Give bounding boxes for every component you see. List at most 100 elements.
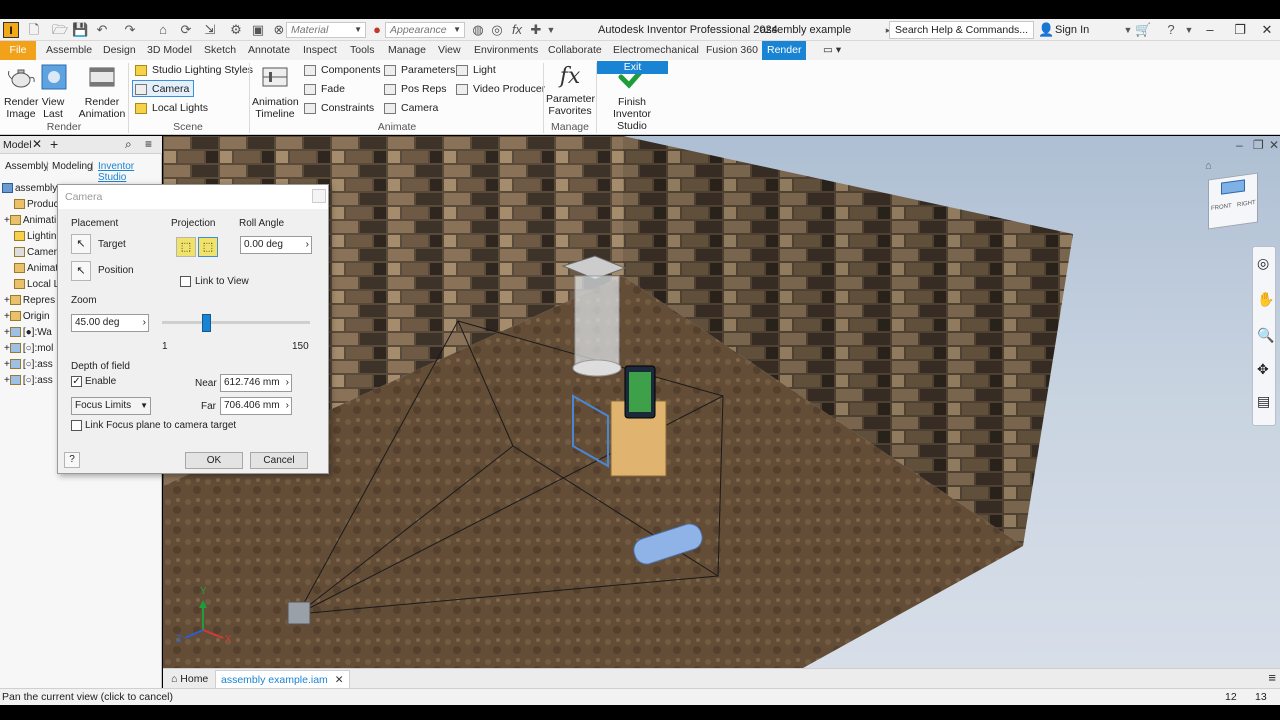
local-lights-button[interactable]: Local Lights [133,100,208,117]
target-select-icon[interactable]: ↖ [71,234,91,254]
undo-icon[interactable]: ↶ [94,22,110,38]
add-icon[interactable]: ✚ [528,22,544,38]
minimize-icon[interactable]: – [1200,21,1220,39]
tab-design[interactable]: Design [98,41,141,60]
position-select-icon[interactable]: ↖ [71,261,91,281]
steering-wheel-icon[interactable]: ◎ [1257,255,1269,272]
tab-inspect[interactable]: Inspect [298,41,342,60]
close-tab-icon[interactable]: ✕ [335,674,344,686]
dialog-help-icon[interactable]: ? [64,452,80,468]
camera-animation-button[interactable]: Camera [382,100,438,117]
near-input[interactable]: 612.746 mm › [220,374,292,392]
appearance-combo[interactable]: Appearance ▼ [385,22,465,38]
cart-icon[interactable]: 🛒 [1135,22,1151,38]
zoom-slider-track[interactable] [162,321,310,324]
video-producer-button[interactable]: Video Producer [454,81,545,98]
viewport-minimize-icon[interactable]: – [1236,138,1243,152]
parameter-favorites-button[interactable]: fx Parameter Favorites [546,63,595,117]
link-focus-checkbox[interactable] [71,420,82,431]
dialog-close-icon[interactable] [312,189,326,203]
tree-item[interactable]: + Origin [4,309,64,325]
tab-assemble[interactable]: Assemble [41,41,97,60]
zoom-input[interactable]: 45.00 deg › [71,314,149,332]
animation-timeline-button[interactable]: Animation Timeline [252,63,299,120]
tab-3d-model[interactable]: 3D Model [142,41,197,60]
help-search-input[interactable]: Search Help & Commands... [889,21,1034,39]
home-tab[interactable]: ⌂ Home [166,670,213,688]
look-at-icon[interactable]: ▤ [1257,393,1270,410]
render-image-button[interactable]: Render Image [4,63,38,120]
save-icon[interactable]: 💾 [72,22,88,38]
view-last-button[interactable]: View Last [39,63,67,120]
fx-icon[interactable]: fx [509,22,525,38]
pan-icon[interactable]: ✋ [1257,291,1274,308]
tree-item[interactable]: + Repres [4,293,64,309]
tree-item[interactable]: + Animati [4,213,64,229]
tab-menu-icon[interactable]: ≡ [1268,670,1276,685]
tree-item[interactable]: + [○]:ass [4,373,64,389]
viewcube[interactable]: FRONT RIGHT [1208,172,1258,230]
home-icon[interactable]: ⌂ [155,22,171,38]
camera-button[interactable]: Camera [132,80,195,97]
tree-item[interactable]: + [○]:ass [4,357,64,373]
sign-in-link[interactable]: Sign In [1055,24,1089,36]
clear-override-icon[interactable]: ⊗ [271,22,287,38]
open-file-icon[interactable]: 🗁 [52,22,68,38]
adjust-icon[interactable]: ◍ [470,22,486,38]
zoom-icon[interactable]: 🔍 [1257,327,1274,344]
update-icon[interactable]: ⟳ [178,22,194,38]
graphics-viewport[interactable]: Y X Z – ❐ ✕ ⌂ FRONT RIGHT ◎ ✋ 🔍 ✥ ▤ [163,136,1280,668]
tab-sketch[interactable]: Sketch [199,41,241,60]
tree-item[interactable]: assembly e [2,181,62,197]
link-to-view-checkbox[interactable] [180,276,191,287]
redo-icon[interactable]: ↷ [122,22,138,38]
help-icon[interactable]: ? [1163,22,1179,38]
clear-icon[interactable]: ◎ [489,22,505,38]
studio-lighting-styles-button[interactable]: Studio Lighting Styles [133,62,253,79]
search-icon[interactable]: ⌕ [125,137,132,152]
menu-icon[interactable]: ≡ [145,137,152,151]
tab-electromechanical[interactable]: Electromechanical [608,41,704,60]
orthographic-icon[interactable]: ⬚ [176,237,196,257]
tab-modeling[interactable]: Modeling [52,161,93,172]
focus-mode-select[interactable]: Focus Limits ▼ [71,397,151,415]
constraints-button[interactable]: Constraints [302,100,374,117]
tab-view[interactable]: View [433,41,466,60]
tab-environments[interactable]: Environments [469,41,543,60]
inventor-logo-icon[interactable]: I [3,22,19,38]
signin-dropdown-icon[interactable]: ▼ [1120,22,1136,38]
tab-tools[interactable]: Tools [345,41,380,60]
tab-fusion-360[interactable]: Fusion 360 [701,41,763,60]
tab-annotate[interactable]: Annotate [243,41,295,60]
ok-button[interactable]: OK [185,452,243,469]
tab-render[interactable]: Render [762,41,807,60]
color-override-icon[interactable]: ▣ [250,22,266,38]
viewcube-top-face[interactable] [1221,179,1245,195]
home-view-icon[interactable]: ⌂ [1205,160,1212,172]
zoom-slider-thumb[interactable] [202,314,212,332]
select-icon[interactable]: ⇲ [202,22,218,38]
measure-icon[interactable]: ⚙ [228,22,244,38]
light-animation-button[interactable]: Light [454,62,496,79]
tab-assembly[interactable]: Assembly [5,161,48,172]
tab-collaborate[interactable]: Collaborate [543,41,607,60]
pos-reps-button[interactable]: Pos Reps [382,81,447,98]
add-panel-icon[interactable]: + [50,136,58,152]
perspective-icon[interactable]: ⬚ [198,237,218,257]
parameters-button[interactable]: Parameters [382,62,455,79]
orbit-icon[interactable]: ✥ [1257,361,1269,378]
cancel-button[interactable]: Cancel [250,452,308,469]
tree-item[interactable]: + [○]:mol [4,341,64,357]
tree-item[interactable]: + [●]:Wa [4,325,64,341]
close-panel-icon[interactable]: ✕ [32,137,42,151]
fade-button[interactable]: Fade [302,81,345,98]
tab-manage[interactable]: Manage [383,41,431,60]
viewport-close-icon[interactable]: ✕ [1269,138,1279,152]
far-input[interactable]: 706.406 mm › [220,397,292,415]
tab-file[interactable]: File [0,41,36,60]
material-combo[interactable]: Material ▼ [286,22,366,38]
camera-glyph[interactable] [287,601,311,625]
render-animation-button[interactable]: Render Animation [78,63,126,120]
qat-dropdown-icon[interactable]: ▼ [543,22,559,38]
tab-inventor-studio[interactable]: Inventor Studio [98,161,162,183]
